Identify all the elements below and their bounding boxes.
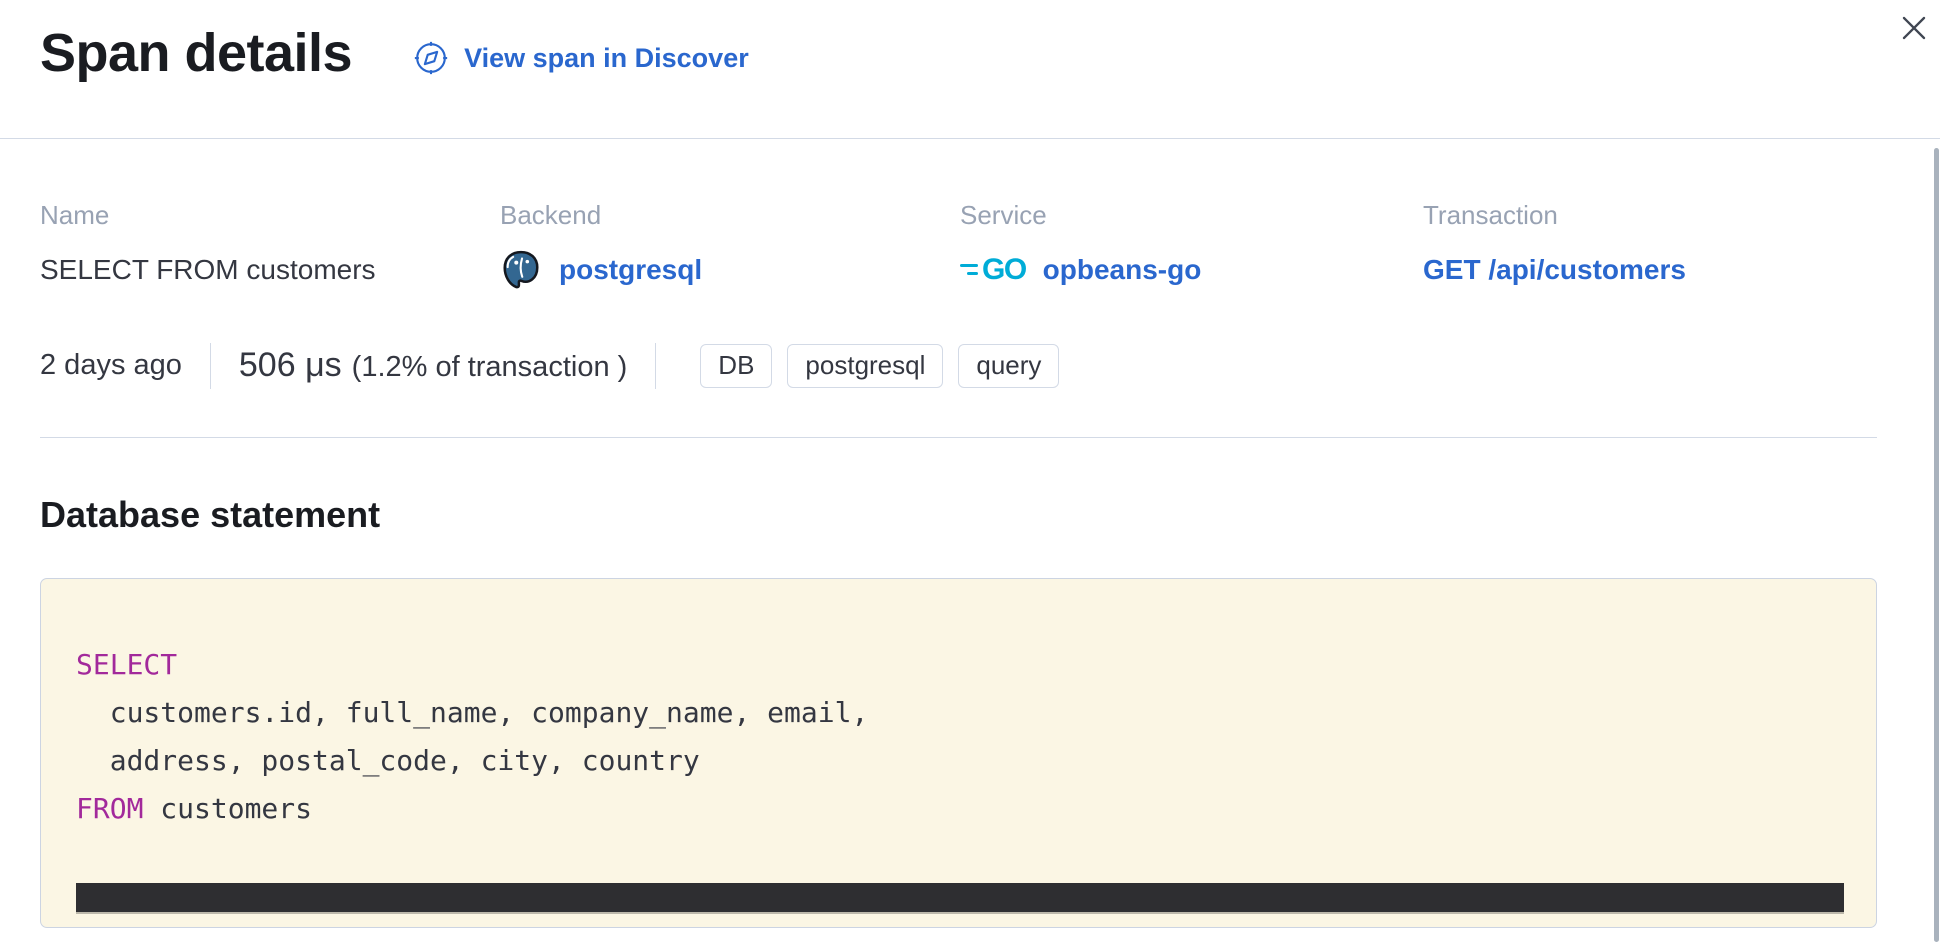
discover-link-label: View span in Discover	[464, 43, 749, 74]
span-badges: DB postgresql query	[700, 344, 1059, 388]
sql-keyword-select: SELECT	[76, 648, 177, 681]
vertical-scrollbar-thumb[interactable]	[1934, 148, 1939, 942]
sql-table-name: customers	[160, 792, 312, 825]
field-service: Service GO opbeans-go	[960, 201, 1423, 293]
sql-columns-line-2: address, postal_code, city, country	[76, 744, 700, 777]
vertical-scrollbar-track[interactable]	[1932, 140, 1940, 946]
go-icon: GO	[960, 255, 1026, 285]
field-transaction: Transaction GET /api/customers	[1423, 201, 1900, 293]
flyout-header: Span details View span in Discover	[0, 0, 1940, 139]
span-timestamp: 2 days ago	[40, 349, 182, 382]
page-title: Span details	[40, 24, 352, 83]
span-meta-row: Name SELECT FROM customers Backend	[0, 139, 1940, 293]
badge-span-action: query	[958, 344, 1059, 388]
vertical-divider	[655, 343, 656, 389]
span-duration: 506 μs (1.2% of transaction )	[239, 346, 627, 385]
postgresql-icon	[500, 249, 542, 291]
field-transaction-label: Transaction	[1423, 201, 1900, 231]
go-logo-text: GO	[982, 255, 1026, 285]
badge-span-type: DB	[700, 344, 772, 388]
view-span-in-discover-link[interactable]: View span in Discover	[414, 41, 749, 75]
horizontal-scrollbar-thumb[interactable]	[76, 883, 1844, 912]
span-name-value: SELECT FROM customers	[40, 247, 500, 293]
section-divider	[40, 437, 1877, 438]
badge-span-subtype: postgresql	[787, 344, 943, 388]
field-service-label: Service	[960, 201, 1423, 231]
duration-value: 506 μs	[239, 346, 342, 385]
vertical-divider	[210, 343, 211, 389]
database-statement-heading: Database statement	[40, 494, 1900, 536]
service-link[interactable]: opbeans-go	[1043, 254, 1202, 286]
sql-keyword-from: FROM	[76, 792, 143, 825]
field-backend-label: Backend	[500, 201, 960, 231]
flyout-body: Name SELECT FROM customers Backend	[0, 139, 1940, 928]
span-details-flyout: Span details View span in Discover Name …	[0, 0, 1940, 928]
field-name: Name SELECT FROM customers	[40, 201, 500, 293]
go-speed-lines	[960, 264, 978, 275]
duration-percentage: (1.2% of transaction )	[352, 351, 628, 384]
close-icon	[1901, 15, 1927, 41]
sql-columns-line-1: customers.id, full_name, company_name, e…	[76, 696, 868, 729]
field-name-label: Name	[40, 201, 500, 231]
close-button[interactable]	[1894, 8, 1934, 48]
sql-code: SELECT customers.id, full_name, company_…	[76, 641, 1842, 833]
backend-link[interactable]: postgresql	[559, 254, 702, 286]
span-summary-row: 2 days ago 506 μs (1.2% of transaction )…	[40, 343, 1900, 389]
field-backend: Backend postgresql	[500, 201, 960, 293]
transaction-link[interactable]: GET /api/customers	[1423, 254, 1686, 286]
database-statement-code-block: SELECT customers.id, full_name, company_…	[40, 578, 1877, 928]
discover-compass-icon	[414, 41, 448, 75]
